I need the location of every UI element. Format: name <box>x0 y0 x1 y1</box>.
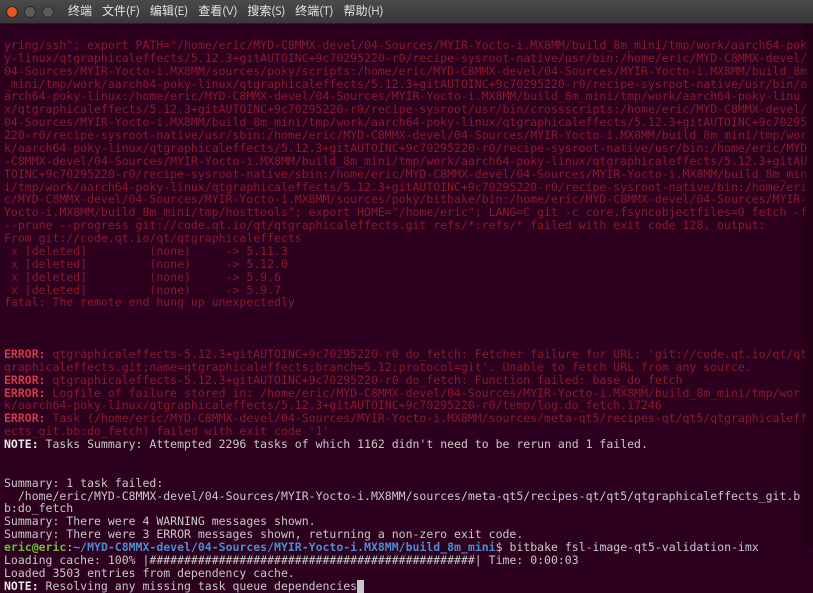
note-prefix: NOTE: <box>4 437 46 451</box>
menu-edit[interactable]: 编辑(E) <box>150 5 188 18</box>
error-body-3: Logfile of failure stored in: /home/eric… <box>4 386 800 413</box>
close-icon[interactable] <box>6 6 18 18</box>
scrollbar[interactable] <box>803 24 813 546</box>
menu-search[interactable]: 搜索(S) <box>247 5 285 18</box>
scrollback-text: yring/ssh"; export PATH="/home/eric/MYD-… <box>4 38 813 310</box>
menu-file[interactable]: 文件(F) <box>102 5 140 18</box>
terminal-area[interactable]: yring/ssh"; export PATH="/home/eric/MYD-… <box>0 24 813 593</box>
window-titlebar: 终端 文件(F) 编辑(E) 查看(V) 搜索(S) 终端(T) 帮助(H) <box>0 0 813 24</box>
note2-prefix: NOTE: <box>4 579 46 593</box>
cursor <box>357 580 364 593</box>
summary-line-2: /home/eric/MYD-C8MMX-devel/04-Sources/MY… <box>4 489 800 516</box>
menu-terminal[interactable]: 终端 <box>68 5 92 18</box>
menu-view[interactable]: 查看(V) <box>198 5 237 18</box>
error-body-4: Task (/home/eric/MYD-C8MMX-devel/04-Sour… <box>4 411 807 438</box>
note-body: Tasks Summary: Attempted 2296 tasks of w… <box>46 437 648 451</box>
error-body-1: qtgraphicaleffects-5.12.3+gitAUTOINC+9c7… <box>4 347 807 374</box>
maximize-icon[interactable] <box>42 6 54 18</box>
note2-body: Resolving any missing task queue depende… <box>46 579 358 593</box>
menubar: 终端 文件(F) 编辑(E) 查看(V) 搜索(S) 终端(T) 帮助(H) <box>68 5 383 18</box>
minimize-icon[interactable] <box>24 6 36 18</box>
menu-terminal-tab[interactable]: 终端(T) <box>295 5 333 18</box>
menu-help[interactable]: 帮助(H) <box>343 5 383 18</box>
